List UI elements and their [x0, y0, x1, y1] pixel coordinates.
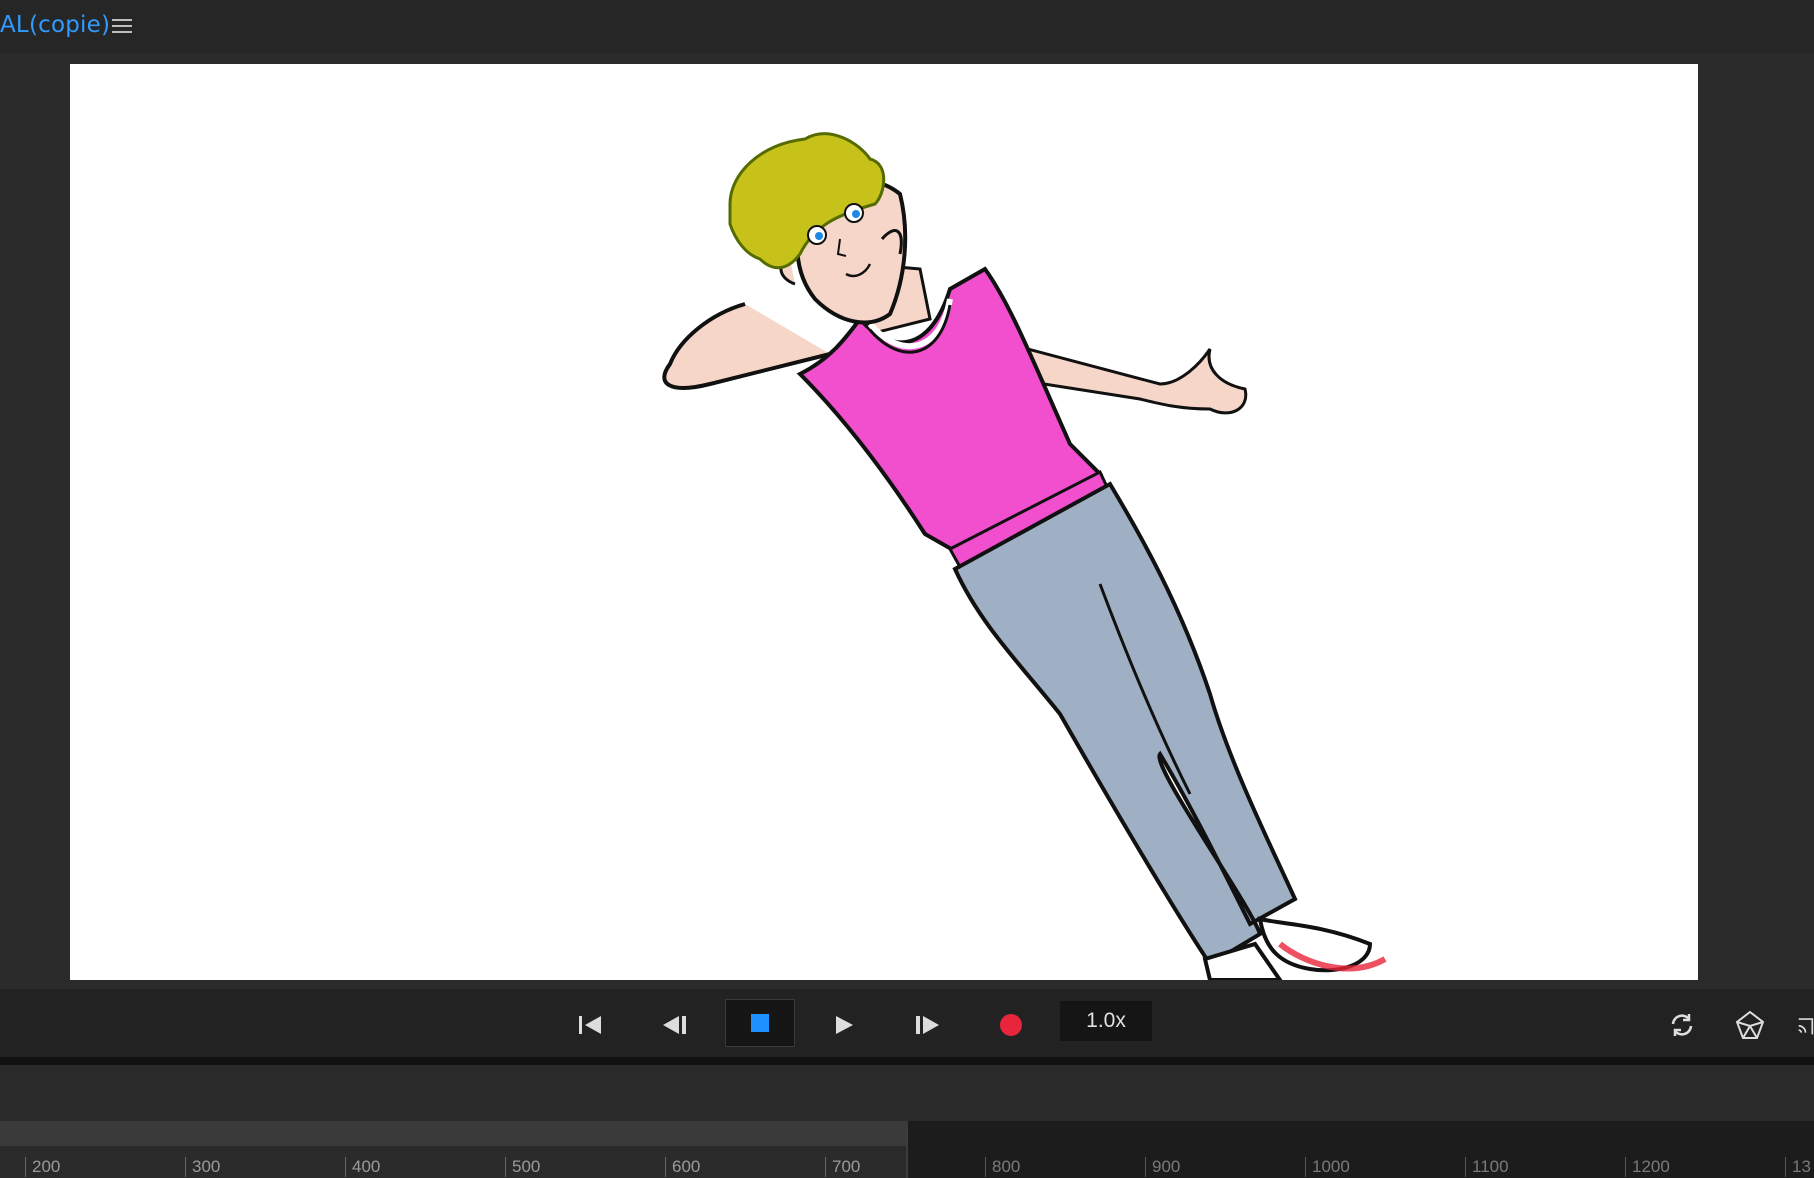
cast-icon[interactable]: [1797, 1003, 1814, 1047]
stop-button[interactable]: [725, 999, 795, 1047]
top-bar: AL(copie): [0, 0, 1814, 54]
timeline-ruler[interactable]: 200 300 400 500 600 700 800 900 1000 110…: [0, 1121, 1814, 1178]
step-forward-icon[interactable]: [912, 1003, 942, 1047]
ruler-left-bg: [0, 1146, 906, 1178]
tick-label: 200: [25, 1157, 60, 1177]
tick-label: 300: [185, 1157, 220, 1177]
playhead[interactable]: [906, 1121, 908, 1178]
tick-label: 13: [1785, 1157, 1811, 1177]
record-icon[interactable]: [997, 1003, 1025, 1047]
loop-icon[interactable]: [1667, 1003, 1697, 1047]
step-back-icon[interactable]: [660, 1003, 690, 1047]
character-drawing: [662, 132, 1387, 980]
hamburger-menu-icon[interactable]: [112, 16, 132, 34]
tick-label: 900: [1145, 1157, 1180, 1177]
transport-bar: 1.0x: [0, 989, 1814, 1057]
project-title[interactable]: AL(copie): [0, 12, 110, 38]
tick-label: 1000: [1305, 1157, 1350, 1177]
tick-label: 400: [345, 1157, 380, 1177]
tick-label: 1100: [1465, 1157, 1509, 1177]
tick-label: 500: [505, 1157, 540, 1177]
timeline-track-panel[interactable]: [0, 1065, 1814, 1121]
drawing-canvas[interactable]: [70, 64, 1698, 980]
timeline-divider: [0, 1057, 1814, 1065]
tick-label: 1200: [1625, 1157, 1670, 1177]
skip-to-start-icon[interactable]: [575, 1003, 605, 1047]
playback-speed[interactable]: 1.0x: [1060, 1001, 1152, 1041]
played-region: [0, 1121, 906, 1146]
tick-label: 600: [665, 1157, 700, 1177]
play-icon[interactable]: [830, 1003, 858, 1047]
stop-icon: [751, 1014, 769, 1032]
tick-label: 700: [825, 1157, 860, 1177]
tick-label: 800: [985, 1157, 1020, 1177]
cube-icon[interactable]: [1733, 1003, 1767, 1047]
